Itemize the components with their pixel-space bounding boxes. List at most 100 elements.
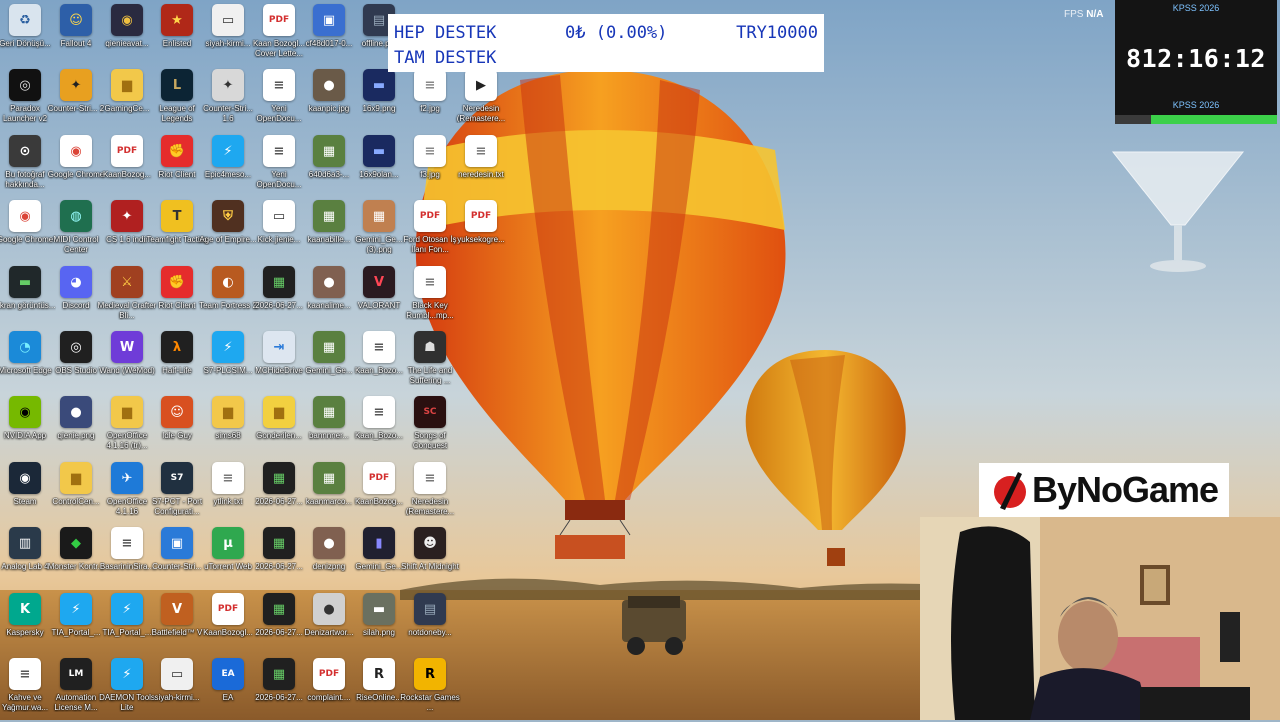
desktop-icon-image-icon: ☻ [414,527,446,559]
desktop-icon[interactable]: ☻ Shift At Midnight [400,527,460,591]
donation-target: TRY10000 [736,22,818,43]
desktop-icon[interactable]: ≡ neredesin.txt [451,135,511,199]
desktop-icon-image-icon: ● [60,396,92,428]
fps-label: FPS [1064,9,1084,20]
desktop-icon-image-icon: ▮ [363,527,395,559]
desktop-icon-image-icon: ▶ [465,69,497,101]
bynogame-emblem-icon [993,472,1026,510]
desktop-icon-label: Black Key Rumbl...mp... [406,301,454,320]
desktop-icon-image-icon: ≡ [9,658,41,690]
desktop-icon-image-icon: PDF [212,593,244,625]
desktop-icon-image-icon: L [161,69,193,101]
desktop-icon-image-icon: ✦ [111,200,143,232]
desktop-icon[interactable]: R Rockstar Games ... [400,658,460,722]
donation-banner: HEP DESTEK 0₺ (0.00%) TRY10000 TAM DESTE… [388,14,824,72]
desktop-icon-label: notdoneby... [408,628,452,637]
desktop-icon-label: Shift At Midnight [401,562,459,571]
desktop-icon-image-icon: ✦ [60,69,92,101]
desktop-icon-image-icon: ☺ [60,4,92,36]
desktop-icon-image-icon: ◎ [9,69,41,101]
desktop-icon-image-icon: SC [414,396,446,428]
desktop-icon-image-icon: ◉ [9,462,41,494]
desktop-icon-image-icon: ▦ [263,527,295,559]
countdown-title-top: KPSS 2026 [1172,3,1220,13]
donation-subtitle: TAM DESTEK [394,47,497,68]
desktop-icon-image-icon: PDF [465,200,497,232]
desktop-icon-image-icon: ● [313,527,345,559]
desktop-icon-image-icon: V [363,266,395,298]
desktop-icon-image-icon: ● [313,266,345,298]
countdown-progress-track [1115,115,1277,124]
desktop-icon-image-icon: ▬ [363,593,395,625]
desktop-icon-image-icon: PDF [313,658,345,690]
desktop-icon-image-icon: ◎ [60,331,92,363]
desktop-icon[interactable]: ▤ notdoneby... [400,593,460,657]
desktop-icon-label: neredesin.txt [458,170,504,179]
desktop-icon-image-icon: ◉ [111,4,143,36]
desktop-icon-image-icon: R [363,658,395,690]
desktop-icon[interactable]: ☗ The Life and Suffering ... [400,331,460,395]
desktop-icon-image-icon: ≡ [263,69,295,101]
desktop-icon-image-icon: ▦ [263,462,295,494]
desktop-icon-image-icon: ▦ [313,331,345,363]
desktop-icon-label: Neredesin (Remastere... [405,497,455,516]
desktop-icon[interactable]: ≡ Black Key Rumbl...mp... [400,266,460,330]
desktop-icon-image-icon: S7 [161,462,193,494]
desktop-icon-image-icon: ⚡ [212,331,244,363]
desktop-icon-image-icon: ▬ [363,69,395,101]
desktop-icon[interactable]: ▶ Neredesin (Remastere... [451,69,511,133]
desktop-icon-image-icon: ◔ [9,331,41,363]
desktop-icon-label: Songs of Conquest [412,431,448,450]
desktop-icon-image-icon: ✊ [161,135,193,167]
desktop-icon-label: yuksekogre... [457,235,505,244]
desktop-icon-image-icon: R [414,658,446,690]
desktop-icon-image-icon: EA [212,658,244,690]
desktop-icon[interactable]: PDF yuksekogre... [451,200,511,264]
desktop-icon-label: Rockstar Games ... [400,693,460,712]
desktop-icon-image-icon: ⊙ [9,135,41,167]
desktop-icon-image-icon: T [161,200,193,232]
desktop-icon-image-icon: ▆ [111,69,143,101]
desktop-icon-image-icon: ▆ [60,462,92,494]
desktop-icon-label: The Life and Suffering ... [407,366,453,385]
desktop-icon-image-icon: ▆ [212,396,244,428]
desktop-icon[interactable]: SC Songs of Conquest [400,396,460,460]
desktop-icon-image-icon: ▦ [263,266,295,298]
desktop-icon-image-icon: ● [313,593,345,625]
desktop-icon-image-icon: PDF [111,135,143,167]
desktop-icon-image-icon: ▦ [363,200,395,232]
desktop-icon-image-icon: ▬ [363,135,395,167]
desktop-icon-image-icon: ▦ [313,462,345,494]
desktop-icon-image-icon: ⚡ [111,658,143,690]
desktop-icon-image-icon: ≡ [363,331,395,363]
desktop-icon-image-icon: ☺ [161,396,193,428]
desktop-icon-image-icon: PDF [414,200,446,232]
desktop-icon-image-icon: ≡ [363,396,395,428]
desktop-icon-image-icon: ▤ [414,593,446,625]
countdown-widget: KPSS 2026 812:16:12 KPSS 2026 [1115,0,1277,124]
desktop-icon-image-icon: ⇥ [263,331,295,363]
desktop-icon-image-icon: ≡ [414,266,446,298]
desktop-icon-image-icon: ⚡ [212,135,244,167]
desktop-icon-image-icon: ⚔ [111,266,143,298]
bynogame-logo: ByNoGame [979,463,1229,517]
desktop-icon-image-icon: ▆ [263,396,295,428]
desktop-icon-image-icon: λ [161,331,193,363]
desktop-icon-image-icon: ⚡ [60,593,92,625]
desktop-icon-image-icon: ✦ [212,69,244,101]
desktop-icon[interactable]: ≡ Neredesin (Remastere... [400,462,460,526]
desktop-icon-image-icon: ✊ [161,266,193,298]
countdown-title-bottom: KPSS 2026 [1172,100,1220,110]
desktop-icon-image-icon: W [111,331,143,363]
bynogame-logo-text: ByNoGame [1031,469,1219,510]
desktop-icon-image-icon: ▣ [161,527,193,559]
desktop-icon-image-icon: ◉ [9,396,41,428]
fps-value: N/A [1086,9,1104,20]
desktop-icon-image-icon: ▦ [263,593,295,625]
donation-amount: 0₺ (0.00%) [565,22,668,43]
desktop-icon-image-icon: ★ [161,4,193,36]
desktop-icon-image-icon: ◍ [60,200,92,232]
desktop-icon-image-icon: LM [60,658,92,690]
desktop-icon-image-icon: PDF [263,4,295,36]
countdown-progress-fill [1150,115,1277,124]
